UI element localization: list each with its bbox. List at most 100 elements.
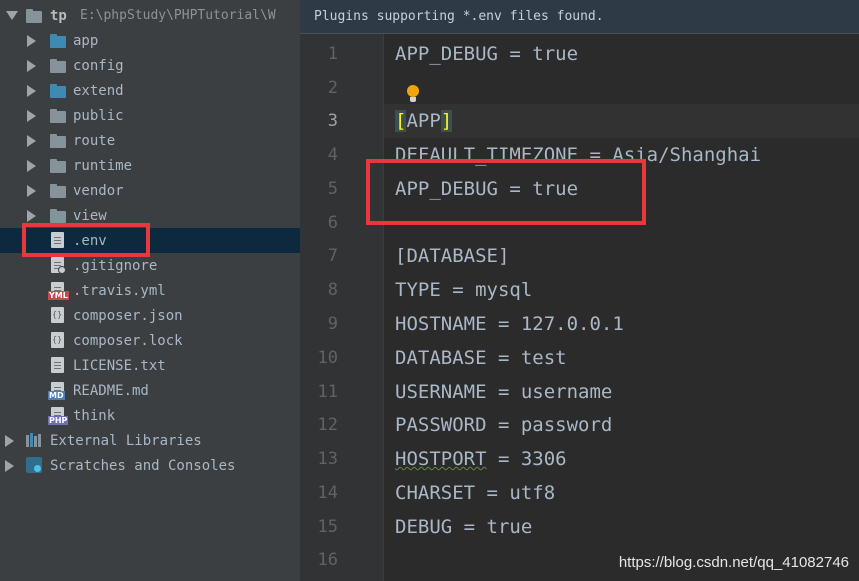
chevron-right-icon[interactable] xyxy=(5,460,14,472)
tree-file-readme[interactable]: MD README.md xyxy=(0,378,300,403)
chevron-right-icon[interactable] xyxy=(27,35,36,47)
lightbulb-icon[interactable] xyxy=(406,85,420,105)
project-root-name: tp xyxy=(50,7,67,24)
annotation-box-env xyxy=(22,223,150,257)
tree-item-label: Scratches and Consoles xyxy=(50,457,236,474)
code-line[interactable]: [DATABASE] xyxy=(395,239,859,273)
folder-icon xyxy=(50,59,66,73)
library-icon xyxy=(26,433,42,447)
tree-item-label: runtime xyxy=(73,157,133,174)
tree-file-think[interactable]: PHP think xyxy=(0,403,300,428)
line-number: 14 xyxy=(317,483,338,503)
folder-icon xyxy=(50,184,66,198)
tree-file-composer-lock[interactable]: {} composer.lock xyxy=(0,328,300,353)
annotation-box-app-debug xyxy=(366,159,646,225)
tree-scratches[interactable]: Scratches and Consoles xyxy=(0,453,300,478)
chevron-down-icon[interactable] xyxy=(6,11,18,20)
section-name: APP xyxy=(406,110,441,132)
bracket-match: [ xyxy=(395,110,407,132)
json-file-icon: {} xyxy=(51,332,64,348)
chevron-right-icon[interactable] xyxy=(27,60,36,72)
tree-folder-app[interactable]: app xyxy=(0,28,300,53)
text-file-icon xyxy=(51,357,64,373)
tree-item-label: composer.json xyxy=(73,307,183,324)
project-tree: tp E:\phpStudy\PHPTutorial\W app config … xyxy=(0,0,300,581)
code-line[interactable]: USERNAME = username xyxy=(395,375,859,409)
tree-folder-config[interactable]: config xyxy=(0,53,300,78)
project-root-path: E:\phpStudy\PHPTutorial\W xyxy=(80,8,276,23)
line-number: 6 xyxy=(327,213,338,233)
tree-file-license[interactable]: LICENSE.txt xyxy=(0,353,300,378)
tree-item-label: vendor xyxy=(73,182,124,199)
code-text: = 3306 xyxy=(486,448,567,470)
line-number: 10 xyxy=(317,348,338,368)
chevron-right-icon[interactable] xyxy=(27,210,36,222)
folder-icon xyxy=(50,84,66,98)
line-number: 7 xyxy=(327,246,338,266)
code-line[interactable]: DEBUG = true xyxy=(395,510,859,544)
code-line[interactable] xyxy=(395,71,859,105)
tree-folder-vendor[interactable]: vendor xyxy=(0,178,300,203)
folder-icon xyxy=(50,209,66,223)
ignored-icon xyxy=(58,266,66,274)
tree-file-composer-json[interactable]: {} composer.json xyxy=(0,303,300,328)
line-number: 2 xyxy=(327,78,338,98)
line-number: 1 xyxy=(327,44,338,64)
tree-item-label: .gitignore xyxy=(73,257,158,274)
code-line[interactable]: HOSTNAME = 127.0.0.1 xyxy=(395,307,859,341)
line-number-current: 3 xyxy=(327,111,338,131)
tree-item-label: README.md xyxy=(73,382,149,399)
tree-item-label: extend xyxy=(73,82,124,99)
code-line[interactable]: CHARSET = utf8 xyxy=(395,476,859,510)
tree-folder-extend[interactable]: extend xyxy=(0,78,300,103)
line-number: 12 xyxy=(317,415,338,435)
scratch-console-icon xyxy=(26,457,42,473)
line-number: 16 xyxy=(317,550,338,570)
line-number: 13 xyxy=(317,449,338,469)
code-line[interactable]: APP_DEBUG = true xyxy=(395,37,859,71)
code-line[interactable]: HOSTPORT = 3306 xyxy=(395,442,859,476)
php-badge-icon: PHP xyxy=(48,416,69,425)
tree-item-label: External Libraries xyxy=(50,432,202,449)
code-line[interactable]: DATABASE = test xyxy=(395,341,859,375)
line-number: 5 xyxy=(327,179,338,199)
code-line[interactable]: TYPE = mysql xyxy=(395,273,859,307)
typo-key: HOSTPORT xyxy=(395,448,487,470)
tree-folder-runtime[interactable]: runtime xyxy=(0,153,300,178)
folder-icon xyxy=(50,134,66,148)
line-number: 9 xyxy=(327,314,338,334)
chevron-right-icon[interactable] xyxy=(27,135,36,147)
tree-item-label: LICENSE.txt xyxy=(73,357,166,374)
chevron-right-icon[interactable] xyxy=(27,110,36,122)
tree-folder-public[interactable]: public xyxy=(0,103,300,128)
tree-file-travis-yml[interactable]: YML .travis.yml xyxy=(0,278,300,303)
folder-icon xyxy=(50,109,66,123)
watermark-text: https://blog.csdn.net/qq_41082746 xyxy=(618,554,849,571)
chevron-right-icon[interactable] xyxy=(27,185,36,197)
tree-external-libraries[interactable]: External Libraries xyxy=(0,428,300,453)
plugin-notification-banner[interactable]: Plugins supporting *.env files found. xyxy=(300,0,859,34)
line-number: 15 xyxy=(317,517,338,537)
tree-item-label: app xyxy=(73,32,99,49)
chevron-right-icon[interactable] xyxy=(27,85,36,97)
yml-badge-icon: YML xyxy=(48,291,69,300)
md-badge-icon: MD xyxy=(48,391,65,400)
folder-icon xyxy=(50,34,66,48)
code-line-current[interactable]: [APP] xyxy=(395,104,859,138)
tree-item-label: public xyxy=(73,107,124,124)
chevron-right-icon[interactable] xyxy=(5,435,14,447)
tree-item-label: view xyxy=(73,207,107,224)
line-number: 4 xyxy=(327,145,338,165)
tree-item-label: .travis.yml xyxy=(73,282,166,299)
line-number: 8 xyxy=(327,280,338,300)
folder-icon xyxy=(50,159,66,173)
line-number: 11 xyxy=(317,382,338,402)
bracket-match: ] xyxy=(440,110,453,132)
tree-folder-route[interactable]: route xyxy=(0,128,300,153)
code-editor[interactable]: Plugins supporting *.env files found. 1 … xyxy=(300,0,859,581)
tree-item-label: composer.lock xyxy=(73,332,183,349)
chevron-right-icon[interactable] xyxy=(27,160,36,172)
code-line[interactable]: PASSWORD = password xyxy=(395,408,859,442)
tree-item-label: config xyxy=(73,57,124,74)
tree-root-tp[interactable]: tp E:\phpStudy\PHPTutorial\W xyxy=(0,3,300,28)
